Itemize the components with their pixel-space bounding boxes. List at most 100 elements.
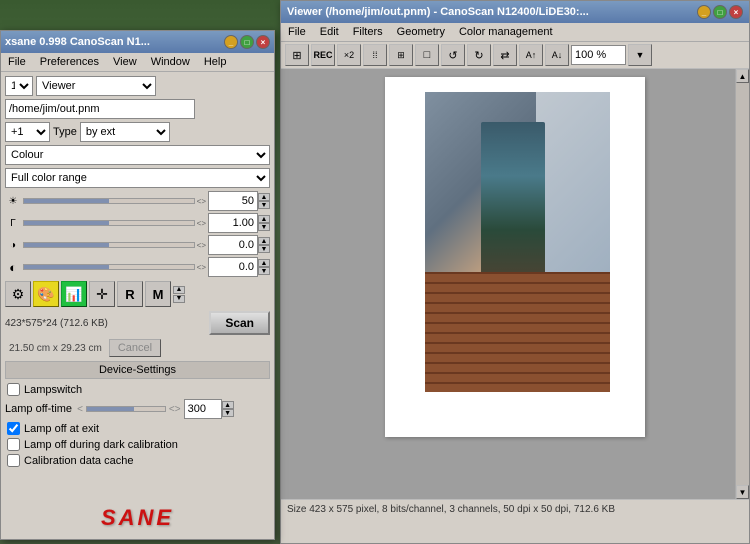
viewer-menu-edit[interactable]: Edit [317,25,342,39]
contrast-fill [24,243,109,247]
toolbar-rotate-cw-btn[interactable]: ↻ [467,44,491,66]
brightness-fill [24,199,109,203]
gamma-spinners: ▲ ▼ [258,215,270,231]
tool-histogram-icon[interactable]: 📊 [61,281,87,307]
contrast-up[interactable]: ▲ [258,237,270,245]
tool-color-icon[interactable]: 🎨 [33,281,59,307]
shadow-down[interactable]: ▼ [258,267,270,275]
shadow-fill [24,265,109,269]
calibration-label: Calibration data cache [24,455,133,467]
tool-crosshair-icon[interactable]: ✛ [89,281,115,307]
viewer-titlebar: Viewer (/home/jim/out.pnm) - CanoScan N1… [281,1,749,23]
scan-info-label: 423*575*24 (712.6 KB) [5,318,205,329]
contrast-down[interactable]: ▼ [258,245,270,253]
toolbar-font-dn-btn[interactable]: A↓ [545,44,569,66]
lampoff-value-input[interactable] [184,399,222,419]
scroll-vertical[interactable]: ▲ ▼ [735,69,749,499]
type-value-select[interactable]: by ext [80,122,170,142]
toolbar-grid-btn[interactable]: ⊞ [285,44,309,66]
contrast-input[interactable] [208,235,258,255]
gamma-input[interactable] [208,213,258,233]
toolbar-zoom-dropdown-btn[interactable]: ▼ [628,44,652,66]
scanned-image [425,92,610,392]
lamp-exit-checkbox[interactable] [7,422,20,435]
step-select[interactable]: +1 [5,122,50,142]
close-button[interactable]: × [256,35,270,49]
step-type-row: +1 Type by ext [5,122,270,142]
lampswitch-label: Lampswitch [24,384,82,396]
toolbar-rotate-ccw-btn[interactable]: ↺ [441,44,465,66]
scroll-up[interactable]: ▲ [736,69,749,83]
slider1-left-arrow[interactable]: <> [197,197,206,206]
contrast-spinners: ▲ ▼ [258,237,270,253]
viewer-minimize-btn[interactable]: _ [697,5,711,19]
slider2-left-arrow[interactable]: <> [197,219,206,228]
scroll-down-btn[interactable]: ▼ [173,295,185,303]
viewer-maximize-btn[interactable]: □ [713,5,727,19]
cancel-button[interactable]: Cancel [109,339,161,357]
lampoff-slider[interactable] [86,406,166,412]
sane-title: xsane 0.998 CanoScan N1... [5,36,150,48]
lampoff-right-arrow[interactable]: <> [169,404,181,415]
sane-menubar: File Preferences View Window Help [1,53,274,72]
lampswitch-row: Lampswitch [5,383,270,396]
brightness-down[interactable]: ▼ [258,201,270,209]
scroll-down[interactable]: ▼ [736,485,749,499]
menu-file[interactable]: File [5,55,29,69]
toolbar-square-btn[interactable]: □ [415,44,439,66]
toolbar-x2-btn[interactable]: ×2 [337,44,361,66]
tool-select-icon[interactable]: R [117,281,143,307]
toolbar-fullgrid-btn[interactable]: ⊞ [389,44,413,66]
dimensions-row: 21.50 cm x 29.23 cm Cancel [5,339,270,357]
colour-select[interactable]: Colour [5,145,270,165]
brightness-input[interactable] [208,191,258,211]
lampoff-left-arrow[interactable]: < [77,404,83,415]
toolbar-font-up-btn[interactable]: A↑ [519,44,543,66]
lampoff-time-row: Lamp off-time < <> ▲ ▼ [5,399,270,419]
menu-preferences[interactable]: Preferences [37,55,102,69]
scroll-up-btn[interactable]: ▲ [173,286,185,294]
zoom-value: 100 % [575,49,606,61]
colour-row: Colour [5,145,270,165]
gamma-up[interactable]: ▲ [258,215,270,223]
scan-button[interactable]: Scan [209,311,270,335]
calibration-row: Calibration data cache [5,454,270,467]
lamp-dark-checkbox[interactable] [7,438,20,451]
toolbar-rec-btn[interactable]: REC [311,44,335,66]
shadow-input[interactable] [208,257,258,277]
viewer-type-select[interactable]: Viewer [36,76,156,96]
viewer-menu-color[interactable]: Color management [456,25,556,39]
slider3-left-arrow[interactable]: <> [197,241,206,250]
maximize-button[interactable]: □ [240,35,254,49]
slider4-left-arrow[interactable]: <> [197,263,206,272]
shadow-up[interactable]: ▲ [258,259,270,267]
tool-measure-icon[interactable]: M [145,281,171,307]
sane-window: xsane 0.998 CanoScan N1... _ □ × File Pr… [0,30,275,540]
menu-window[interactable]: Window [148,55,193,69]
viewer-window: Viewer (/home/jim/out.pnm) - CanoScan N1… [280,0,750,544]
menu-view[interactable]: View [110,55,140,69]
viewer-close-btn[interactable]: × [729,5,743,19]
tool-scan-icon[interactable]: ⚙ [5,281,31,307]
calibration-checkbox[interactable] [7,454,20,467]
viewer-menu-file[interactable]: File [285,25,309,39]
gamma-down[interactable]: ▼ [258,223,270,231]
minimize-button[interactable]: _ [224,35,238,49]
range-select[interactable]: Full color range [5,168,270,188]
viewer-titlebar-buttons: _ □ × [697,5,743,19]
filepath-input[interactable] [5,99,195,119]
brightness-up[interactable]: ▲ [258,193,270,201]
viewer-menu-geometry[interactable]: Geometry [394,25,448,39]
lampswitch-checkbox[interactable] [7,383,20,396]
slider-row-4: ◐ <> ▲ ▼ [5,257,270,277]
zoom-display: 100 % [571,45,626,65]
menu-help[interactable]: Help [201,55,230,69]
lampoff-up[interactable]: ▲ [222,401,234,409]
gamma-value-wrapper: ▲ ▼ [208,213,270,233]
viewer-menu-filters[interactable]: Filters [350,25,386,39]
lampoff-down[interactable]: ▼ [222,409,234,417]
photo-content [425,92,610,392]
toolbar-flip-btn[interactable]: ⇄ [493,44,517,66]
toolbar-dotgrid-btn[interactable]: ⁞⁞ [363,44,387,66]
viewer-num-select[interactable]: 1 [5,76,33,96]
